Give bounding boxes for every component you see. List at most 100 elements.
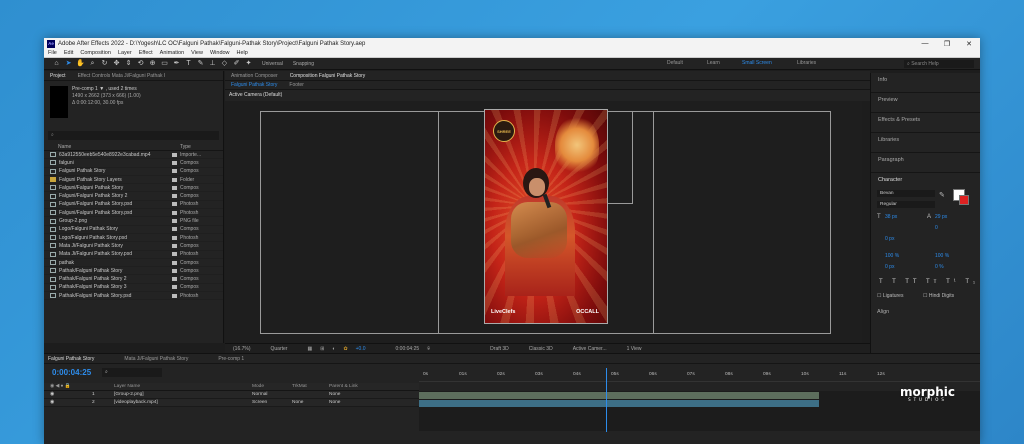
timeline-timecode[interactable]: 0:00:04:25 xyxy=(52,368,91,377)
roto-brush-tool-icon[interactable]: ✐ xyxy=(232,59,241,68)
subtab-footer[interactable]: Footer xyxy=(289,82,303,88)
baseline-shift-value[interactable]: 0 px xyxy=(885,264,894,270)
menu-file[interactable]: File xyxy=(48,50,57,56)
list-item[interactable]: Falguni Pathak Story Layers Folder xyxy=(44,176,223,185)
list-item[interactable]: Falguni Pathak Story Compos xyxy=(44,168,223,176)
align-panel[interactable]: Align xyxy=(877,309,889,315)
menu-effect[interactable]: Effect xyxy=(139,50,153,56)
horizontal-scale-value[interactable]: 100 % xyxy=(935,253,949,259)
timeline-tab-pre-comp-1[interactable]: Pre-comp 1 xyxy=(218,356,244,362)
leading-value[interactable]: 29 px xyxy=(935,214,947,220)
menu-edit[interactable]: Edit xyxy=(64,50,73,56)
region-icon[interactable]: ▦ xyxy=(307,346,312,352)
timeline-tab-mata-ji[interactable]: Mata Ji/Falguni Pathak Story xyxy=(124,356,188,362)
tab-composition[interactable]: Composition Falguni Pathak Story xyxy=(290,73,366,79)
puppet-tool-icon[interactable]: ✦ xyxy=(244,59,253,68)
menu-view[interactable]: View xyxy=(191,50,203,56)
col-layer-name[interactable]: Layer Name xyxy=(114,384,140,389)
subtab-falguni-pathak-story[interactable]: Falguni Pathak Story xyxy=(231,82,277,88)
list-item[interactable]: Logo/Falguni Pathak Story Compos xyxy=(44,226,223,234)
snapshot-icon[interactable]: ⌾ xyxy=(427,346,430,352)
universal-label[interactable]: Universal xyxy=(262,61,283,67)
list-item[interactable]: Group-2.png PNG file xyxy=(44,217,223,226)
list-item[interactable]: Pathak/Falguni Pathak Story Compos xyxy=(44,267,223,276)
panel-paragraph[interactable]: Paragraph xyxy=(871,153,980,173)
dolly-tool-icon[interactable]: ⇕ xyxy=(124,59,133,68)
orbit-tool-icon[interactable]: ↻ xyxy=(100,59,109,68)
quality-dropdown[interactable]: Quarter xyxy=(271,346,288,352)
col-type-header[interactable]: Type xyxy=(180,144,191,150)
visibility-icon[interactable]: ◉ xyxy=(50,400,54,405)
workspace-small-screen[interactable]: Small Screen xyxy=(742,60,772,66)
list-item[interactable]: Falguni/Falguni Pathak Story Compos xyxy=(44,184,223,193)
views-dropdown[interactable]: 1 View xyxy=(627,346,642,352)
vertical-scale-value[interactable]: 100 % xyxy=(885,253,899,259)
font-family-dropdown[interactable]: Bevan xyxy=(877,190,935,197)
table-row[interactable]: ◉ 2 [videoplayback.mp4] Screen None None xyxy=(44,399,419,407)
trkmat-dropdown[interactable]: None xyxy=(292,400,303,405)
mode-dropdown[interactable]: Normal xyxy=(252,392,267,397)
eraser-tool-icon[interactable]: ◇ xyxy=(220,59,229,68)
close-icon[interactable]: ✕ xyxy=(958,40,980,48)
list-item[interactable]: Pathak/Falguni Pathak Story.psd Photosh xyxy=(44,292,223,301)
tab-animation-composer[interactable]: Animation Composer xyxy=(231,73,278,79)
list-item[interactable]: 63a912550eeb5e540e8922e3cabad.mp4 Importe… xyxy=(44,151,223,160)
layer-bar-videoplayback[interactable] xyxy=(419,400,819,407)
rotate-tool-icon[interactable]: ⟲ xyxy=(136,59,145,68)
mode-dropdown[interactable]: Screen xyxy=(252,400,267,405)
col-mode[interactable]: Mode xyxy=(252,384,264,389)
list-item[interactable]: Pathak/Falguni Pathak Story 3 Compos xyxy=(44,284,223,293)
col-trkmat[interactable]: TrkMat xyxy=(292,384,307,389)
tab-project[interactable]: Project xyxy=(50,73,66,79)
camera-dropdown[interactable]: Active Camer... xyxy=(573,346,607,352)
timeline-tab-falguni-pathak-story[interactable]: Falguni Pathak Story xyxy=(48,356,94,362)
type-tool-icon[interactable]: T xyxy=(184,59,193,68)
col-parent[interactable]: Parent & Link xyxy=(329,384,358,389)
timeline-search-input[interactable]: ⌕ xyxy=(102,368,162,377)
panel-effects-presets[interactable]: Effects & Presets xyxy=(871,113,980,133)
menu-layer[interactable]: Layer xyxy=(118,50,132,56)
pen-tool-icon[interactable]: ✒ xyxy=(172,59,181,68)
list-item[interactable]: Falguni/Falguni Pathak Story.psd Photosh xyxy=(44,209,223,218)
list-item[interactable]: Mata Ji/Falguni Pathak Story Compos xyxy=(44,242,223,251)
list-item[interactable]: Mata Ji/Falguni Pathak Story.psd Photosh xyxy=(44,251,223,259)
viewer-timecode[interactable]: 0:00:04:25 xyxy=(396,346,420,352)
home-icon[interactable]: ⌂ xyxy=(52,59,61,68)
panel-info[interactable]: Info xyxy=(871,73,980,93)
parent-dropdown[interactable]: None xyxy=(329,400,340,405)
col-name-header[interactable]: Name xyxy=(58,144,71,150)
stroke-width-value[interactable]: 0 px xyxy=(885,236,894,242)
list-item[interactable]: Falguni/Falguni Pathak Story.psd Photosh xyxy=(44,201,223,210)
exposure-value[interactable]: +0.0 xyxy=(356,346,366,352)
ligatures-checkbox[interactable]: ☐ Ligatures xyxy=(877,293,903,299)
color-management-icon[interactable]: ✿ xyxy=(343,346,347,352)
font-size-value[interactable]: 38 px xyxy=(885,214,897,220)
selection-tool-icon[interactable]: ➤ xyxy=(64,59,73,68)
menu-animation[interactable]: Animation xyxy=(160,50,184,56)
maximize-icon[interactable]: ❐ xyxy=(936,40,958,48)
playhead[interactable] xyxy=(606,368,607,432)
search-help-input[interactable]: ⌕ Search Help xyxy=(904,60,974,68)
brush-tool-icon[interactable]: ✎ xyxy=(196,59,205,68)
table-row[interactable]: ◉ 1 [Group-2.png] Normal None xyxy=(44,391,419,399)
workspace-learn[interactable]: Learn xyxy=(707,60,720,66)
mask-icon[interactable]: ◐ xyxy=(332,346,335,352)
tracking-value[interactable]: 0 xyxy=(935,225,938,231)
zoom-dropdown[interactable]: (16.7%) xyxy=(233,346,251,352)
text-style-buttons[interactable]: T T TT Tт T¹ T₁ xyxy=(879,279,979,285)
list-item[interactable]: falguni Compos xyxy=(44,159,223,168)
renderer-mode-dropdown[interactable]: Classic 3D xyxy=(529,346,553,352)
renderer-label[interactable]: Draft 3D xyxy=(490,346,509,352)
grid-icon[interactable]: ⊞ xyxy=(320,346,324,352)
workspace-libraries[interactable]: Libraries xyxy=(797,60,816,66)
layer-bar-group-2[interactable] xyxy=(419,392,819,399)
hindi-digits-checkbox[interactable]: ☐ Hindi Digits xyxy=(923,293,954,299)
pan-behind-tool-icon[interactable]: ⊕ xyxy=(148,59,157,68)
tab-effect-controls[interactable]: Effect Controls Mata Ji/Falguni Pathak I xyxy=(78,73,166,79)
eyedropper-icon[interactable]: ✎ xyxy=(939,191,945,199)
panel-libraries[interactable]: Libraries xyxy=(871,133,980,153)
rectangle-tool-icon[interactable]: ▭ xyxy=(160,59,169,68)
menu-help[interactable]: Help xyxy=(237,50,248,56)
hand-tool-icon[interactable]: ✋ xyxy=(76,59,85,68)
list-item[interactable]: Falguni/Falguni Pathak Story 2 Compos xyxy=(44,192,223,201)
